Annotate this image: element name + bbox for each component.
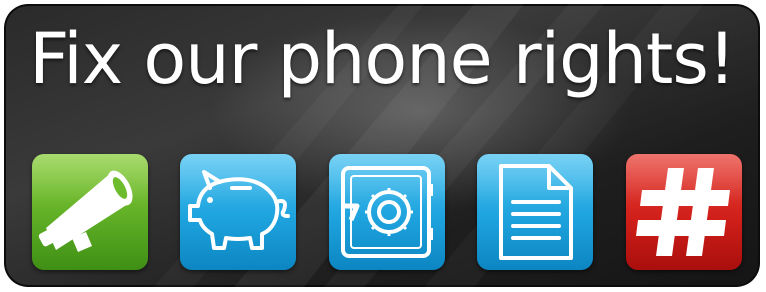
document-icon (499, 164, 573, 260)
safe-icon (341, 166, 433, 258)
piggy-bank-tile (180, 154, 296, 270)
piggy-bank-icon (188, 170, 290, 250)
banner-title: Fix our phone rights! (29, 18, 736, 100)
hashtag-icon (636, 168, 730, 256)
document-tile (477, 154, 593, 270)
safe-tile (329, 154, 445, 270)
hashtag-tile (626, 154, 742, 270)
megaphone-tile (32, 154, 148, 270)
banner: Fix our phone rights! (4, 4, 760, 287)
megaphone-icon (38, 170, 133, 252)
icon-row (32, 154, 742, 270)
